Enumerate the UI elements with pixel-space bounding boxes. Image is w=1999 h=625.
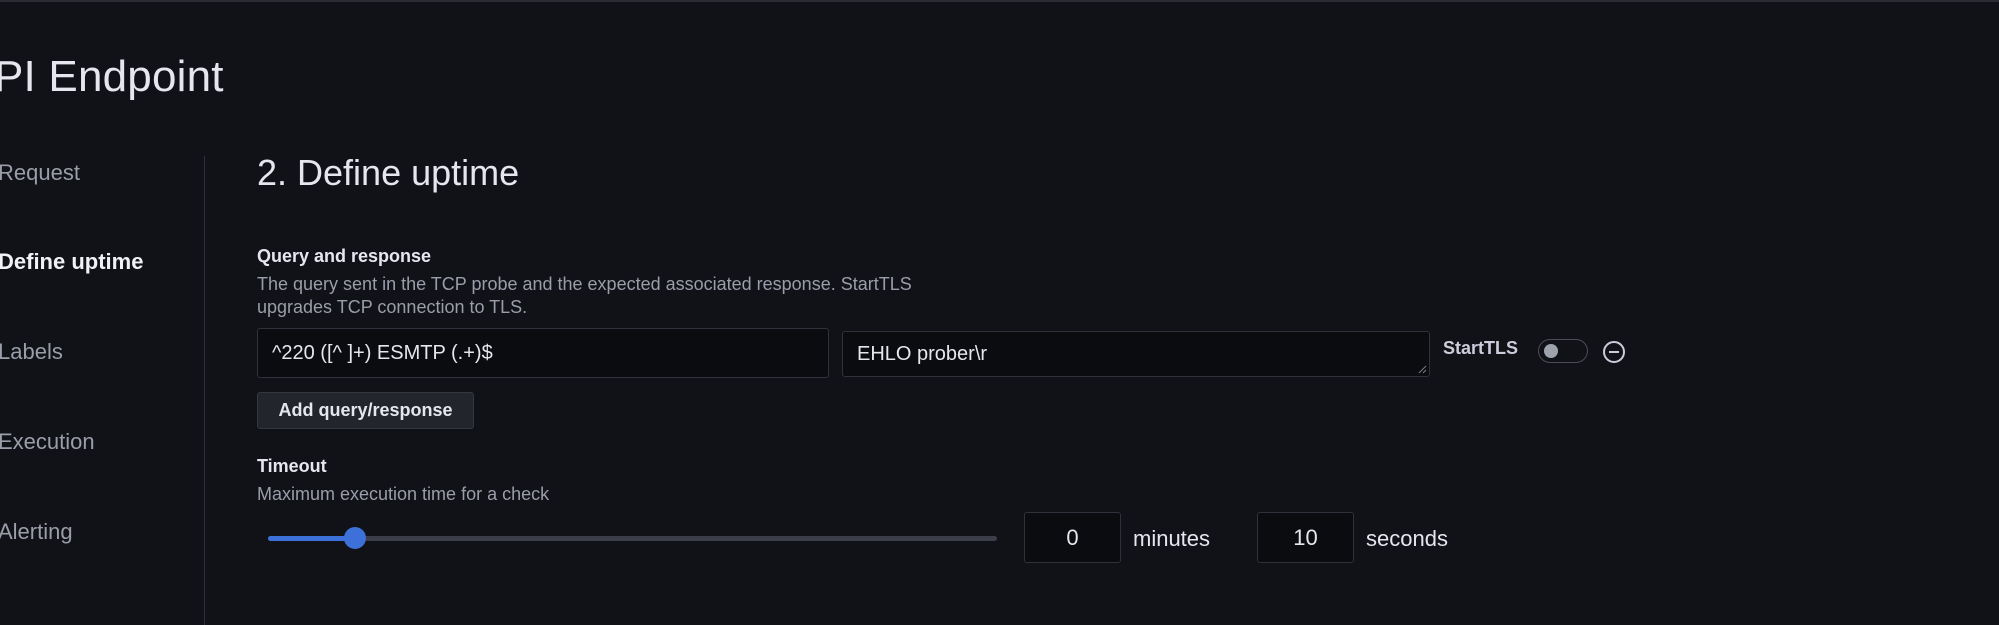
expected-response-value: ^220 ([^ ]+) ESMTP (.+)$ <box>272 341 493 364</box>
query-response-label: Query and response <box>257 246 432 266</box>
minus-circle-icon[interactable] <box>1602 340 1626 364</box>
timeout-description: Maximum execution time for a check <box>257 484 550 504</box>
query-response-description-line2: upgrades TCP connection to TLS. <box>257 297 528 317</box>
expected-response-input[interactable]: ^220 ([^ ]+) ESMTP (.+)$ <box>257 328 829 378</box>
seconds-unit-label: seconds <box>1366 526 1448 551</box>
minutes-value: 0 <box>1066 524 1079 550</box>
minutes-input[interactable]: 0 <box>1024 512 1121 563</box>
step-alerting[interactable]: Alerting <box>0 519 73 545</box>
step-request[interactable]: Request <box>0 160 80 186</box>
minutes-unit-label: minutes <box>1133 526 1211 551</box>
page-title: PI Endpoint <box>0 52 224 101</box>
top-border <box>0 0 1999 2</box>
step-define-uptime[interactable]: Define uptime <box>0 249 143 275</box>
timeout-slider-fill <box>268 536 356 541</box>
starttls-toggle[interactable] <box>1538 339 1588 363</box>
step-execution[interactable]: Execution <box>0 429 95 455</box>
page: PI Endpoint Request Define uptime Labels… <box>0 0 1999 625</box>
query-response-description: The query sent in the TCP probe and the … <box>257 273 1057 319</box>
query-value: EHLO prober\r <box>857 342 988 365</box>
seconds-input[interactable]: 10 <box>1257 512 1354 563</box>
query-textarea[interactable]: EHLO prober\r <box>842 331 1430 377</box>
timeout-slider[interactable] <box>268 527 997 549</box>
section-title: 2. Define uptime <box>257 152 520 193</box>
query-response-description-line1: The query sent in the TCP probe and the … <box>257 274 912 294</box>
seconds-value: 10 <box>1293 524 1318 550</box>
starttls-label: StartTLS <box>1443 338 1519 358</box>
step-divider <box>204 156 205 625</box>
toggle-knob <box>1544 344 1558 358</box>
add-query-response-button[interactable]: Add query/response <box>257 392 474 429</box>
timeout-slider-thumb[interactable] <box>344 527 367 549</box>
resize-handle-icon[interactable] <box>1417 364 1427 374</box>
step-labels[interactable]: Labels <box>0 339 63 365</box>
timeout-label: Timeout <box>257 456 327 476</box>
